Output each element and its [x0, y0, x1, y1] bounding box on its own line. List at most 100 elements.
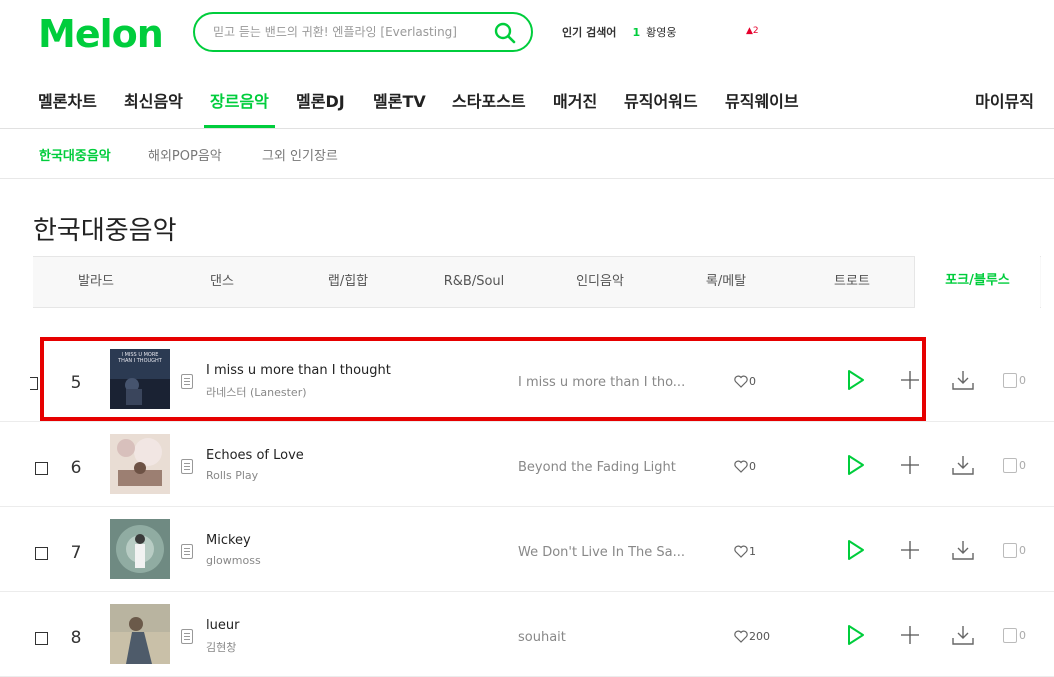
row-checkbox[interactable] [35, 632, 48, 645]
song-album[interactable]: souhait [518, 630, 688, 645]
mv-button[interactable]: 0 [1003, 458, 1026, 473]
add-icon[interactable] [900, 625, 920, 645]
song-info-icon[interactable] [181, 374, 193, 389]
album-art[interactable]: I MISS U MORE THAN I THOUGHT [110, 349, 170, 409]
popular-search-label: 인기 검색어 [562, 26, 617, 39]
heart-icon [734, 460, 748, 473]
sub-nav: 한국대중음악 해외POP음악 그외 인기장르 [0, 129, 1054, 179]
mv-count: 0 [1019, 629, 1026, 642]
nav-genre-music[interactable]: 장르음악 [210, 88, 269, 112]
melon-logo[interactable]: Melon [38, 12, 164, 56]
download-icon[interactable] [951, 369, 975, 391]
song-album[interactable]: Beyond the Fading Light [518, 460, 688, 475]
row-checkbox[interactable] [35, 462, 48, 475]
genre-tab-hiphop[interactable]: 랩/힙합 [285, 257, 411, 307]
mv-button[interactable]: 0 [1003, 373, 1026, 388]
popular-search[interactable]: 인기 검색어 1 황영웅 ▲2 [562, 24, 759, 40]
song-row: 8 lueur 김현창 souhait 200 0 [0, 592, 1054, 677]
genre-tab-ballad[interactable]: 발라드 [33, 257, 159, 307]
nav-my-music[interactable]: 마이뮤직 [975, 88, 1034, 112]
song-rank: 7 [70, 543, 82, 563]
like-button[interactable]: 200 [734, 630, 770, 643]
download-icon[interactable] [951, 539, 975, 561]
search-box [193, 12, 533, 52]
genre-tab-rnb[interactable]: R&B/Soul [411, 257, 537, 307]
row-checkbox[interactable] [35, 547, 48, 560]
mv-icon [1003, 373, 1017, 388]
heart-icon [734, 375, 748, 388]
mv-icon [1003, 458, 1017, 473]
song-row: 5 I MISS U MORE THAN I THOUGHT I miss u … [0, 337, 1054, 422]
mv-icon [1003, 628, 1017, 643]
play-icon[interactable] [846, 369, 866, 391]
add-icon[interactable] [900, 540, 920, 560]
album-art[interactable] [110, 519, 170, 579]
like-count: 0 [749, 375, 756, 388]
play-icon[interactable] [846, 454, 866, 476]
song-title[interactable]: Echoes of Love [206, 448, 304, 463]
heart-icon [734, 630, 748, 643]
song-title[interactable]: I miss u more than I thought [206, 363, 391, 378]
album-art[interactable] [110, 604, 170, 664]
song-info-icon[interactable] [181, 459, 193, 474]
download-icon[interactable] [951, 624, 975, 646]
nav-star-post[interactable]: 스타포스트 [452, 88, 526, 112]
nav-latest-music[interactable]: 최신음악 [124, 88, 183, 112]
popular-search-change: ▲2 [746, 26, 759, 36]
like-button[interactable]: 0 [734, 375, 756, 388]
song-artist[interactable]: glowmoss [206, 554, 261, 567]
mv-button[interactable]: 0 [1003, 628, 1026, 643]
song-artist[interactable]: 김현창 [206, 639, 236, 655]
genre-tab-trot[interactable]: 트로트 [789, 257, 915, 307]
genre-tab-dance[interactable]: 댄스 [159, 257, 285, 307]
search-icon[interactable] [493, 21, 517, 45]
row-checkbox[interactable] [30, 377, 38, 390]
album-art-text: THAN I THOUGHT [117, 358, 163, 364]
mv-count: 0 [1019, 374, 1026, 387]
song-row: 7 Mickey glowmoss We Don't Live In The S… [0, 507, 1054, 592]
play-icon[interactable] [846, 539, 866, 561]
sub-nav-korean-pop[interactable]: 한국대중음악 [39, 145, 111, 164]
search-input[interactable] [213, 25, 483, 39]
song-artist[interactable]: Rolls Play [206, 469, 258, 482]
like-button[interactable]: 0 [734, 460, 756, 473]
popular-search-rank: 1 [632, 25, 641, 39]
page-title: 한국대중음악 [33, 216, 177, 246]
song-info-icon[interactable] [181, 629, 193, 644]
song-title[interactable]: lueur [206, 618, 239, 633]
nav-magazine[interactable]: 매거진 [553, 88, 597, 112]
sub-nav-other-genres[interactable]: 그외 인기장르 [262, 145, 338, 164]
song-album[interactable]: We Don't Live In The Sa... [518, 545, 688, 560]
nav-melon-dj[interactable]: 멜론DJ [296, 88, 345, 112]
like-count: 0 [749, 460, 756, 473]
mv-button[interactable]: 0 [1003, 543, 1026, 558]
nav-music-wave[interactable]: 뮤직웨이브 [725, 88, 799, 112]
mv-count: 0 [1019, 459, 1026, 472]
genre-tab-folk-blues[interactable]: 포크/블루스 [914, 256, 1040, 308]
genre-tab-indie[interactable]: 인디음악 [537, 257, 663, 307]
album-art[interactable] [110, 434, 170, 494]
popular-search-word[interactable]: 황영웅 [646, 24, 676, 40]
download-icon[interactable] [951, 454, 975, 476]
nav-melon-chart[interactable]: 멜론차트 [38, 88, 97, 112]
song-title[interactable]: Mickey [206, 533, 251, 548]
like-button[interactable]: 1 [734, 545, 756, 558]
logo-text: Melon [38, 12, 164, 56]
song-rank: 8 [70, 628, 82, 648]
add-icon[interactable] [900, 455, 920, 475]
song-rank: 6 [70, 458, 82, 478]
sub-nav-foreign-pop[interactable]: 해외POP음악 [148, 145, 222, 164]
global-nav: 멜론차트 최신음악 장르음악 멜론DJ 멜론TV 스타포스트 매거진 뮤직어워드… [0, 74, 1054, 129]
song-album[interactable]: I miss u more than I tho... [518, 375, 688, 390]
genre-tab-rock[interactable]: 록/메탈 [663, 257, 789, 307]
mv-icon [1003, 543, 1017, 558]
song-artist[interactable]: 라네스터 (Lanester) [206, 384, 307, 400]
heart-icon [734, 545, 748, 558]
nav-music-award[interactable]: 뮤직어워드 [624, 88, 698, 112]
nav-active-indicator [204, 125, 275, 128]
nav-melon-tv[interactable]: 멜론TV [373, 88, 426, 112]
play-icon[interactable] [846, 624, 866, 646]
song-info-icon[interactable] [181, 544, 193, 559]
add-icon[interactable] [900, 370, 920, 390]
mv-count: 0 [1019, 544, 1026, 557]
